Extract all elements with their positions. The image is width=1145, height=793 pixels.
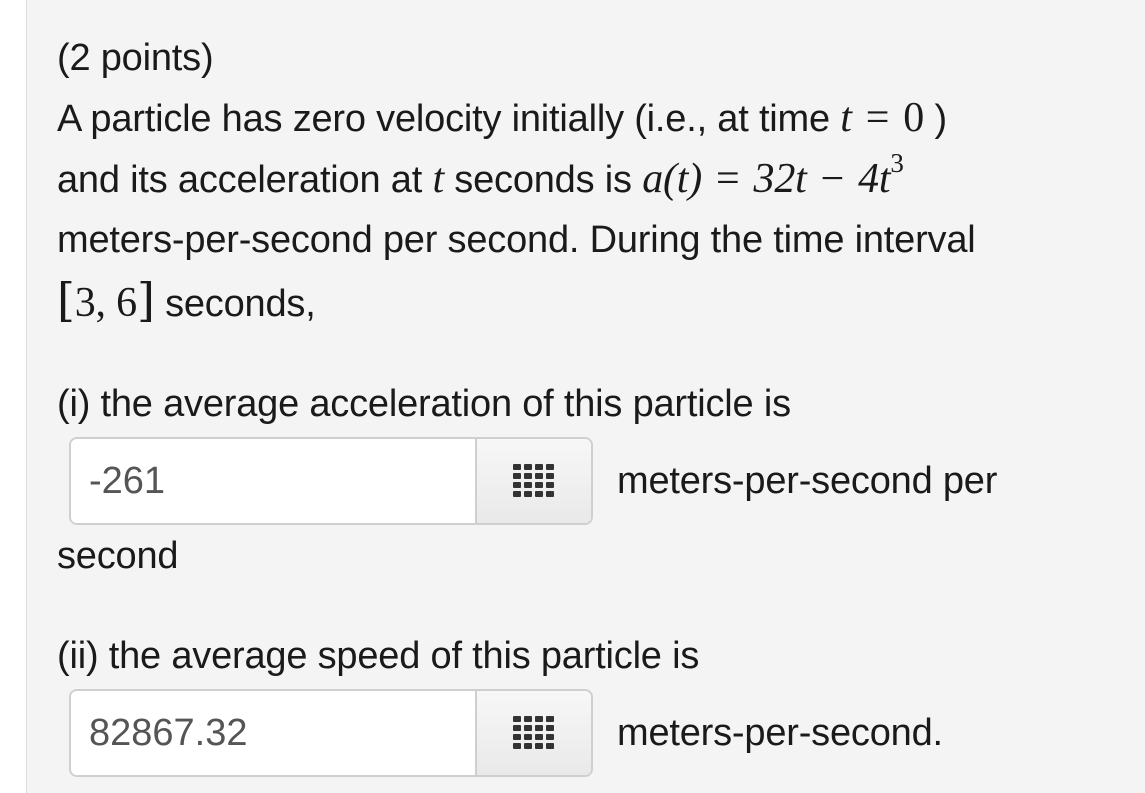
part2-answer-box bbox=[69, 689, 593, 777]
math-time-equals-zero: t = 0 bbox=[840, 95, 925, 141]
part1-answer-row: meters-per-second per bbox=[57, 436, 1142, 526]
keypad-grid-icon bbox=[513, 716, 554, 749]
problem-content: (2 points) A particle has zero velocity … bbox=[57, 28, 1142, 778]
part2-unit-label: meters-per-second. bbox=[617, 712, 943, 754]
statement-paren: ) bbox=[934, 98, 947, 140]
part2-answer-input[interactable] bbox=[71, 691, 475, 775]
statement-text: seconds is bbox=[454, 159, 632, 201]
part1-unit-label: meters-per-second per bbox=[617, 460, 998, 502]
statement-line-4: [3, 6] seconds, bbox=[57, 270, 1142, 334]
points-label: (2 points) bbox=[57, 37, 214, 79]
statement-text: and its acceleration at bbox=[57, 159, 423, 201]
part1-prompt: (i) the average acceleration of this par… bbox=[57, 383, 791, 425]
statement-text: A particle has zero velocity initially (… bbox=[57, 98, 830, 140]
part1-answer-box bbox=[69, 437, 593, 525]
keypad-grid-icon bbox=[513, 464, 554, 497]
problem-panel: (2 points) A particle has zero velocity … bbox=[26, 0, 1145, 793]
statement-line-3: meters-per-second per second. During the… bbox=[57, 219, 976, 261]
math-variable-t: t bbox=[432, 156, 444, 202]
statement-line-2: and its acceleration at t seconds is a(t… bbox=[57, 149, 1142, 210]
statement-text: seconds, bbox=[165, 283, 316, 325]
part2-keypad-button[interactable] bbox=[475, 691, 591, 775]
part1-keypad-button[interactable] bbox=[475, 439, 591, 523]
math-acceleration-formula: a(t) = 32t −4t3 bbox=[642, 148, 904, 203]
part2-answer-row: meters-per-second. bbox=[57, 688, 1142, 778]
math-time-interval: [3, 6] bbox=[57, 273, 155, 327]
part1-answer-input[interactable] bbox=[71, 439, 475, 523]
part2-prompt: (ii) the average speed of this particle … bbox=[57, 635, 700, 677]
part1-unit-wrap: second bbox=[57, 535, 179, 577]
statement-line-1: A particle has zero velocity initially (… bbox=[57, 88, 1142, 149]
